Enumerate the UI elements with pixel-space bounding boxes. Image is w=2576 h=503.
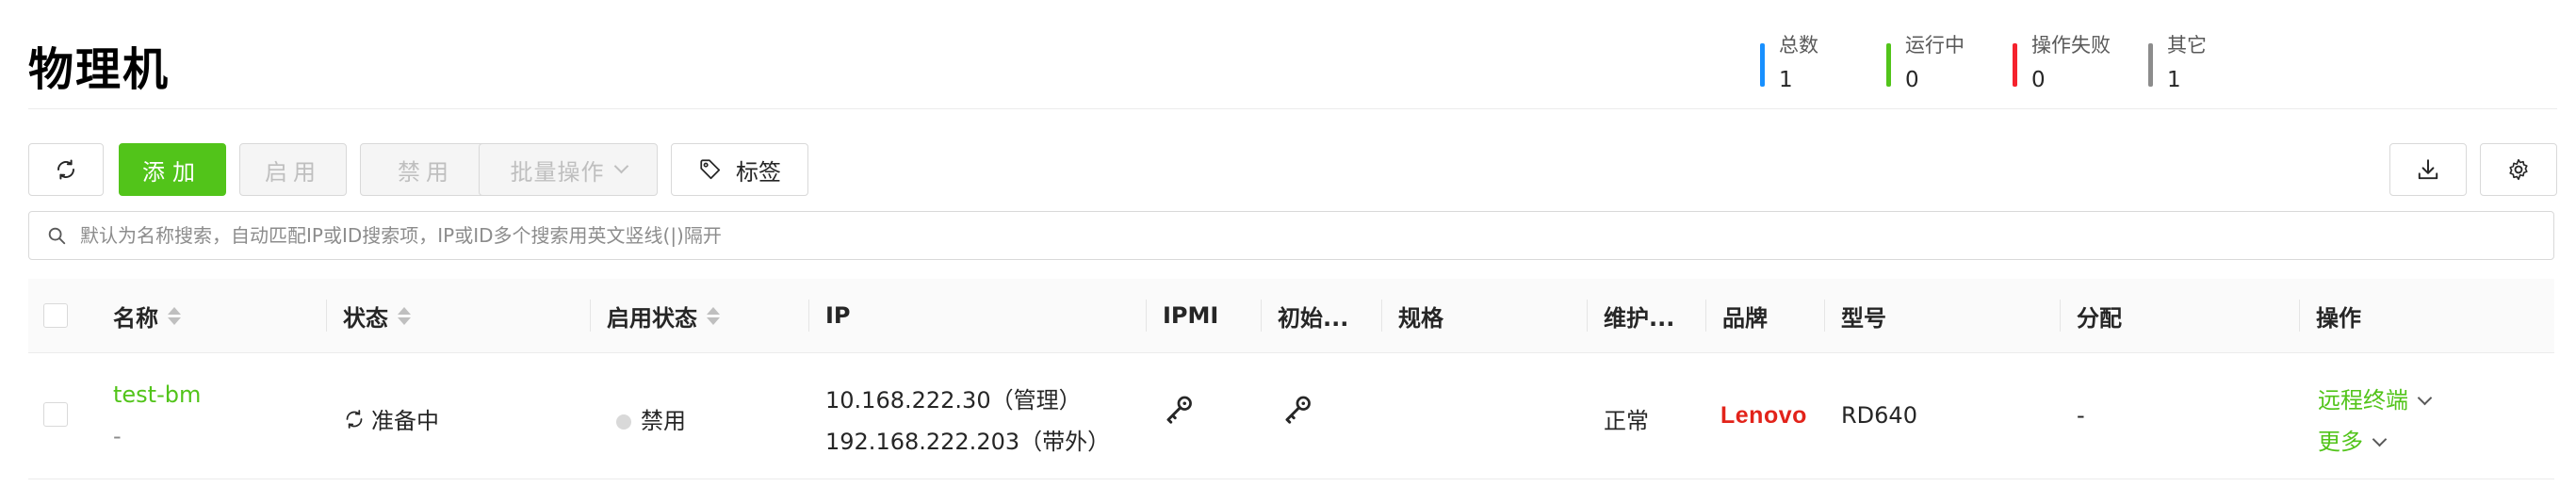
column-header-ip: IP [808, 279, 851, 352]
column-label-name: 名称 [113, 304, 158, 332]
more-actions-dropdown[interactable]: 更多 [2318, 423, 2388, 456]
search-icon [48, 227, 66, 245]
enabled-status-text: 禁用 [641, 408, 686, 434]
stat-other-label: 其它 [2167, 34, 2207, 57]
tag-button[interactable]: 标签 [671, 143, 808, 196]
column-header-maintenance: 维护... [1587, 279, 1675, 352]
chevron-down-icon [613, 158, 628, 173]
init-password-key-button[interactable] [1281, 393, 1315, 432]
column-label-ip: IP [825, 302, 851, 329]
column-header-allocation: 分配 [2060, 279, 2122, 352]
column-label-spec: 规格 [1398, 304, 1443, 332]
ip-oob: 192.168.222.203（带外） [825, 429, 1111, 455]
stat-total-value: 1 [1779, 68, 1793, 92]
server-table: 名称 状态 启用状态 IP IPMI 初始... 规格 维护... 品牌 型号 … [28, 279, 2554, 479]
stat-failed-bar [2013, 43, 2017, 87]
column-label-actions: 操作 [2316, 304, 2361, 332]
enabled-status: 禁用 [616, 402, 686, 435]
status-summary: 总数 1 运行中 0 操作失败 0 其它 1 [1722, 30, 2237, 92]
tag-label: 标签 [736, 158, 781, 186]
more-actions-label: 更多 [2318, 429, 2363, 455]
add-button[interactable]: 添加 [119, 143, 226, 196]
ip-management: 10.168.222.30（管理） [825, 387, 1082, 414]
column-header-name[interactable]: 名称 [113, 279, 181, 352]
batch-operation-label: 批量操作 [510, 158, 605, 186]
settings-button[interactable] [2480, 143, 2557, 196]
stat-failed: 操作失败 0 [2013, 30, 2111, 92]
key-icon [1166, 396, 1192, 424]
column-label-status: 状态 [343, 304, 388, 332]
stat-running: 运行中 0 [1886, 30, 1975, 92]
key-icon [1285, 396, 1311, 424]
enable-button[interactable]: 启用 [239, 143, 347, 196]
column-label-brand: 品牌 [1722, 304, 1768, 332]
column-header-actions: 操作 [2299, 279, 2361, 352]
download-button[interactable] [2389, 143, 2467, 196]
header-divider [28, 108, 2557, 109]
stat-other-bar [2148, 43, 2153, 87]
disable-button[interactable]: 禁用 [360, 143, 492, 196]
table-header: 名称 状态 启用状态 IP IPMI 初始... 规格 维护... 品牌 型号 … [28, 279, 2554, 353]
remote-terminal-label: 远程终端 [2318, 387, 2408, 414]
column-header-spec: 规格 [1381, 279, 1443, 352]
column-header-enabled[interactable]: 启用状态 [590, 279, 720, 352]
refresh-button[interactable] [28, 143, 104, 196]
stat-other: 其它 1 [2148, 30, 2237, 92]
ipmi-key-button[interactable] [1163, 393, 1197, 432]
allocation: - [2077, 402, 2085, 429]
column-header-init: 初始... [1261, 279, 1349, 352]
sort-icon[interactable] [707, 306, 720, 325]
search-input[interactable] [78, 223, 2553, 248]
stat-failed-value: 0 [2031, 68, 2046, 92]
stat-failed-label: 操作失败 [2031, 34, 2111, 57]
maintenance-status: 正常 [1604, 408, 1649, 434]
server-name-link[interactable]: test-bm [113, 381, 201, 408]
column-label-maintenance: 维护... [1604, 304, 1675, 332]
select-all-checkbox[interactable] [43, 303, 68, 328]
column-label-ipmi: IPMI [1163, 302, 1219, 329]
server-description: - [113, 423, 122, 449]
gear-icon [2509, 158, 2528, 181]
page-title: 物理机 [28, 43, 171, 96]
stat-running-value: 0 [1905, 68, 1919, 92]
remote-terminal-dropdown[interactable]: 远程终端 [2318, 381, 2433, 414]
brand-logo: Lenovo [1720, 402, 1807, 429]
toolbar: 添加 启用 禁用 批量操作 标签 [28, 143, 2557, 198]
server-model: RD640 [1841, 402, 1917, 429]
server-status: 准备中 [343, 402, 439, 435]
stat-total: 总数 1 [1760, 30, 1849, 92]
table-row: test-bm - 准备中 禁用 10.168.222.30（管理） 192.1… [28, 353, 2554, 478]
stat-other-value: 1 [2167, 68, 2181, 92]
stat-running-label: 运行中 [1905, 34, 1965, 57]
refresh-icon [57, 159, 74, 180]
column-header-brand: 品牌 [1705, 279, 1768, 352]
column-header-model: 型号 [1824, 279, 1886, 352]
row-checkbox[interactable] [43, 402, 68, 427]
stat-total-label: 总数 [1779, 34, 1818, 57]
sort-icon[interactable] [398, 306, 411, 325]
column-label-allocation: 分配 [2077, 304, 2122, 332]
sort-icon[interactable] [168, 306, 181, 325]
search-bar[interactable] [28, 211, 2554, 260]
server-status-text: 准备中 [371, 408, 439, 434]
column-label-model: 型号 [1841, 304, 1886, 332]
chevron-down-icon [2417, 390, 2433, 406]
stat-running-bar [1886, 43, 1891, 87]
sync-icon [346, 409, 363, 429]
status-dot [616, 414, 631, 430]
download-icon [2418, 159, 2438, 180]
batch-operation-dropdown[interactable]: 批量操作 [479, 143, 658, 196]
column-header-ipmi: IPMI [1146, 279, 1219, 352]
stat-total-bar [1760, 43, 1765, 87]
column-header-status[interactable]: 状态 [326, 279, 411, 352]
column-label-enabled: 启用状态 [607, 304, 697, 332]
chevron-down-icon [2372, 431, 2388, 447]
tag-icon [700, 159, 721, 180]
column-label-init: 初始... [1278, 304, 1349, 332]
